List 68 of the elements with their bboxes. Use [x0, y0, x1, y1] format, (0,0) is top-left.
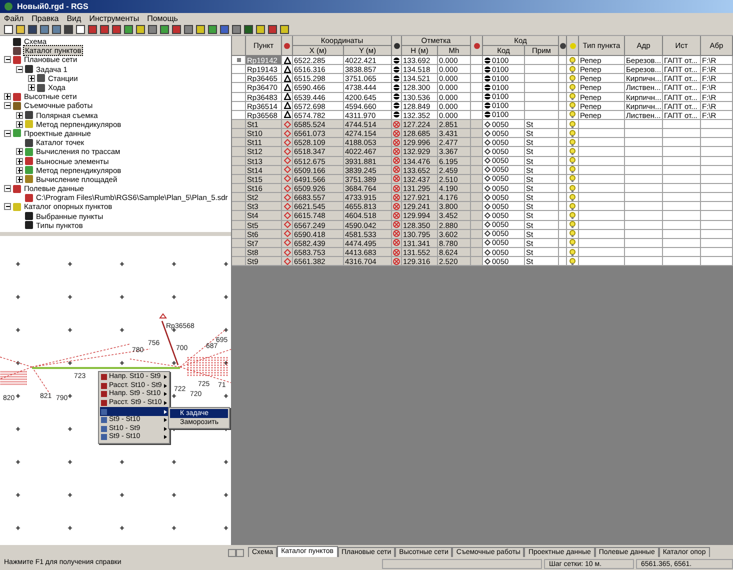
station-icon — [393, 138, 400, 146]
column-type-icon — [474, 42, 480, 48]
menu-item[interactable]: Файл — [4, 14, 24, 24]
expand-toggle[interactable] — [4, 93, 11, 100]
station-icon — [393, 166, 400, 174]
light-bulb-icon — [569, 184, 576, 192]
station-icon — [393, 130, 400, 137]
station-icon — [393, 230, 400, 238]
light-bulb-icon — [569, 157, 576, 164]
light-bulb-icon — [569, 66, 576, 73]
light-bulb-icon — [569, 212, 576, 219]
expand-toggle[interactable] — [4, 130, 11, 137]
menu-item[interactable]: Помощь — [147, 14, 178, 24]
light-bulb-icon — [569, 74, 576, 82]
light-bulb-icon — [569, 248, 576, 256]
menu-item[interactable]: Правка — [32, 14, 59, 24]
light-bulb-icon — [569, 194, 576, 201]
station-icon — [393, 258, 400, 265]
menu-item[interactable]: Вид — [66, 14, 82, 24]
station-icon — [393, 157, 400, 164]
expand-toggle[interactable] — [28, 84, 35, 92]
light-bulb-icon — [569, 130, 576, 137]
light-bulb-icon — [569, 221, 576, 228]
expand-toggle[interactable] — [16, 166, 23, 174]
light-bulb-icon — [569, 258, 576, 265]
expand-toggle[interactable] — [4, 102, 11, 110]
icon-column-header[interactable] — [559, 36, 567, 56]
scroll-left-button[interactable] — [228, 549, 236, 557]
icon-column-header[interactable] — [471, 36, 483, 56]
light-bulb-icon — [569, 84, 576, 91]
menu-item[interactable]: Инструменты — [89, 14, 140, 24]
station-icon — [393, 221, 400, 228]
benchmark-marker — [159, 313, 167, 318]
window-title: Новый0.rgd - RGS — [17, 2, 88, 12]
light-bulb-icon — [569, 175, 576, 182]
light-bulb-icon — [569, 230, 576, 238]
light-bulb-icon — [569, 239, 576, 246]
expand-toggle[interactable] — [4, 203, 11, 210]
light-bulb-icon — [569, 202, 576, 210]
station-icon — [393, 239, 400, 246]
light-bulb-icon — [569, 138, 576, 146]
light-bulb-icon — [569, 102, 576, 110]
expand-toggle[interactable] — [16, 148, 23, 156]
expand-toggle[interactable] — [4, 56, 11, 64]
station-icon — [393, 175, 400, 182]
app-icon — [4, 2, 13, 11]
icon-column-header[interactable] — [392, 36, 402, 56]
column-type-icon — [284, 42, 290, 48]
hatched-ray-fan — [0, 370, 26, 386]
expand-toggle[interactable] — [16, 120, 23, 128]
light-bulb-icon — [569, 166, 576, 174]
station-icon — [393, 202, 400, 210]
expand-toggle[interactable] — [28, 74, 35, 82]
icon-column-header[interactable] — [282, 36, 293, 56]
column-type-icon — [394, 42, 400, 48]
expand-toggle[interactable] — [16, 158, 23, 165]
row-selector[interactable] — [236, 58, 240, 62]
light-bulb-icon — [569, 120, 576, 128]
expand-toggle[interactable] — [16, 66, 23, 73]
light-bulb-icon — [569, 148, 576, 155]
light-bulb-icon — [569, 56, 576, 64]
expand-toggle[interactable] — [16, 112, 23, 119]
expand-toggle[interactable] — [16, 176, 23, 183]
expand-toggle[interactable] — [4, 185, 11, 192]
station-icon — [393, 194, 400, 201]
light-bulb-icon — [569, 111, 576, 118]
scroll-right-button[interactable] — [236, 549, 244, 557]
light-bulb-icon — [569, 93, 576, 100]
